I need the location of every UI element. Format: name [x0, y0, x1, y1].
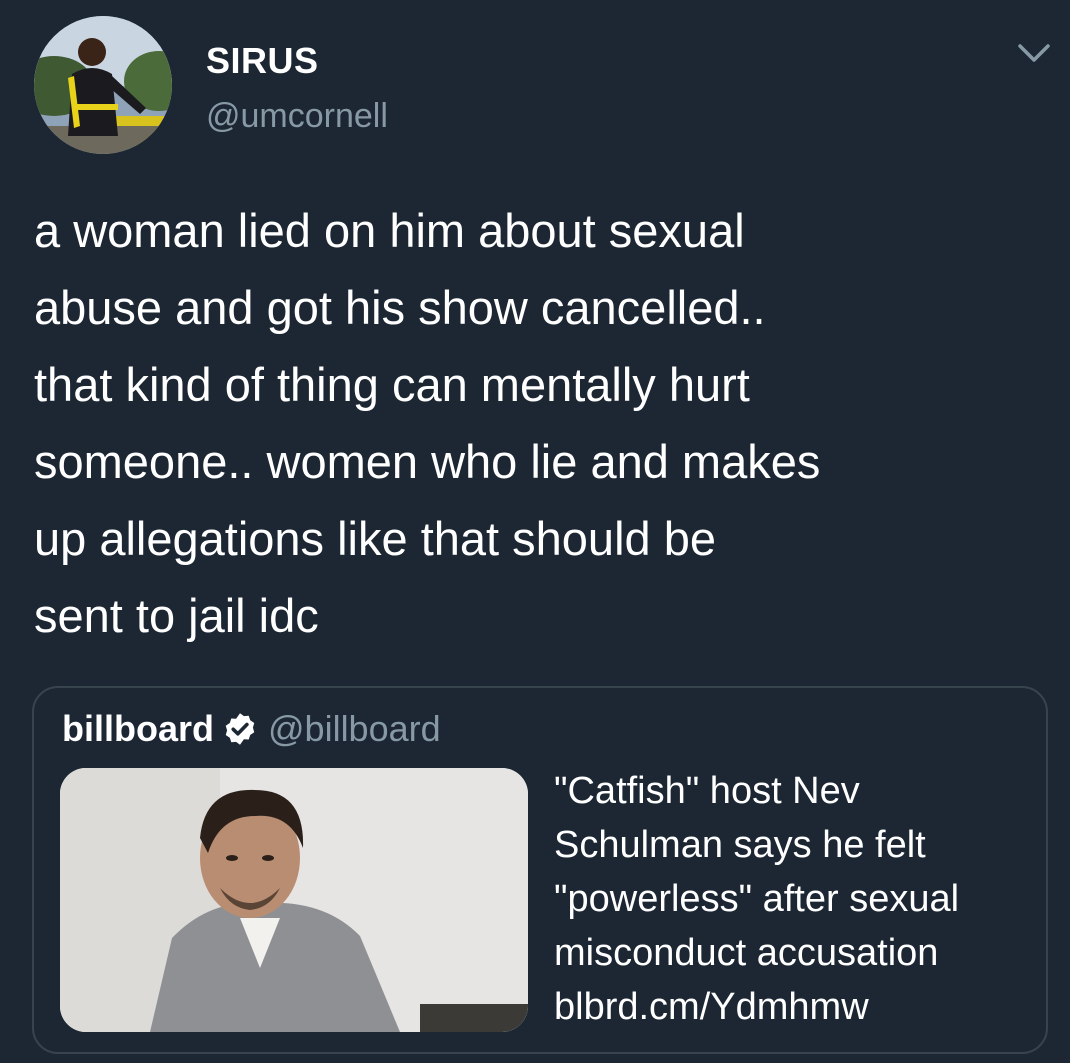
chevron-down-icon[interactable] [1014, 38, 1054, 68]
article-headline: "Catfish" host Nev Schulman says he felt… [554, 770, 960, 974]
quoted-author-handle: @billboard [268, 708, 441, 749]
article-preview[interactable]: "Catfish" host Nev Schulman says he felt… [554, 764, 1024, 1034]
quoted-tweet-card[interactable]: billboard @billboard "Catfish" host Nev … [32, 686, 1048, 1054]
author-display-name[interactable]: SIRUS [206, 40, 319, 82]
article-photo [60, 768, 528, 1032]
verified-badge-icon [225, 713, 255, 745]
tweet-text: a woman lied on him about sexual abuse a… [34, 204, 821, 642]
tweet: SIRUS @umcornell a woman lied on him abo… [0, 0, 1070, 1063]
quoted-author-name: billboard [62, 708, 214, 749]
author-handle[interactable]: @umcornell [206, 97, 388, 136]
author-avatar[interactable] [34, 16, 172, 154]
quoted-tweet-header: billboard @billboard [62, 708, 441, 750]
article-link[interactable]: blbrd.cm/Ydmhmw [554, 980, 1024, 1034]
article-thumbnail[interactable] [60, 768, 528, 1032]
avatar-photo [34, 16, 172, 154]
